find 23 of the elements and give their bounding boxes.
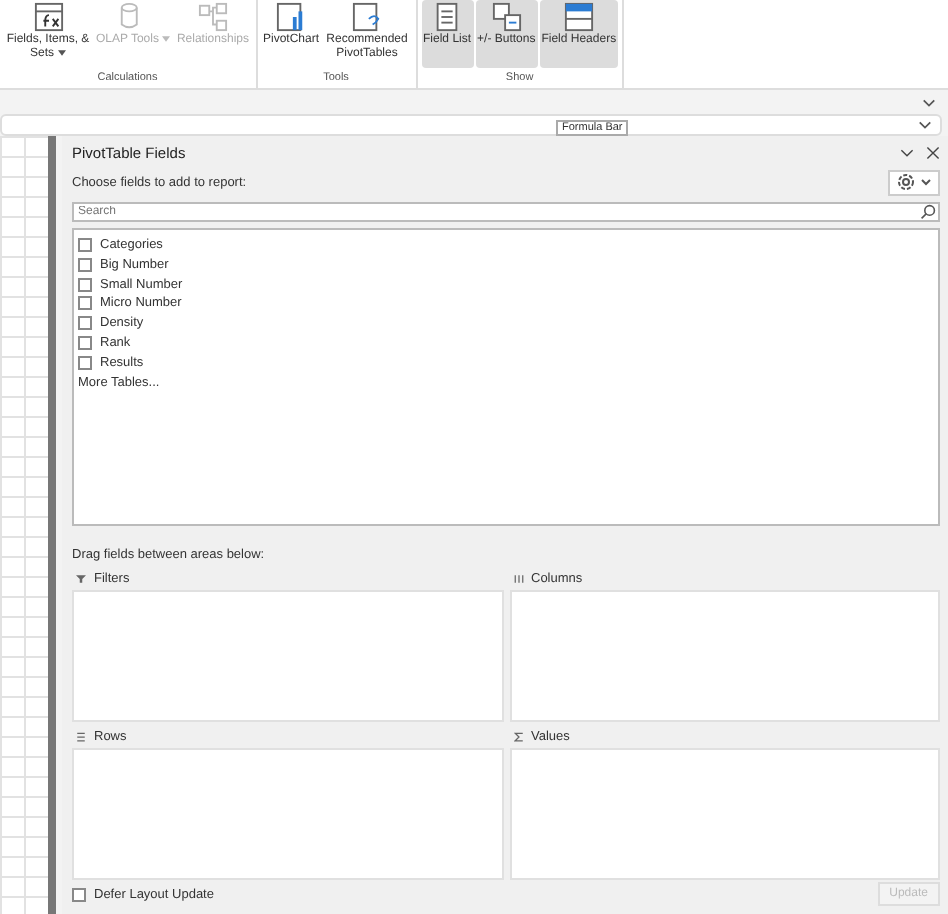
chevron-down-icon[interactable]	[900, 146, 914, 161]
checkbox[interactable]	[78, 316, 92, 331]
scroll-bar[interactable]	[48, 136, 56, 914]
checkbox[interactable]	[78, 355, 92, 370]
close-icon[interactable]	[926, 146, 940, 161]
search-icon	[920, 203, 936, 220]
ribbon-icon	[432, 2, 463, 32]
checkbox[interactable]	[78, 277, 92, 292]
checkbox[interactable]	[78, 257, 92, 272]
rows-icon	[76, 732, 86, 743]
settings-button[interactable]	[888, 169, 940, 196]
checkbox[interactable]	[78, 238, 92, 253]
columns-icon	[513, 574, 523, 585]
expand-icon[interactable]	[918, 120, 932, 130]
ribbon-icon	[491, 2, 522, 32]
checkbox[interactable]	[72, 887, 86, 902]
ribbon-icon	[563, 2, 594, 32]
collapse-ribbon-icon[interactable]	[922, 97, 936, 107]
sigma-icon	[513, 732, 523, 743]
filter-icon	[76, 574, 86, 585]
ribbon-icon	[197, 2, 228, 32]
checkbox[interactable]	[78, 296, 92, 311]
checkbox[interactable]	[78, 336, 92, 351]
